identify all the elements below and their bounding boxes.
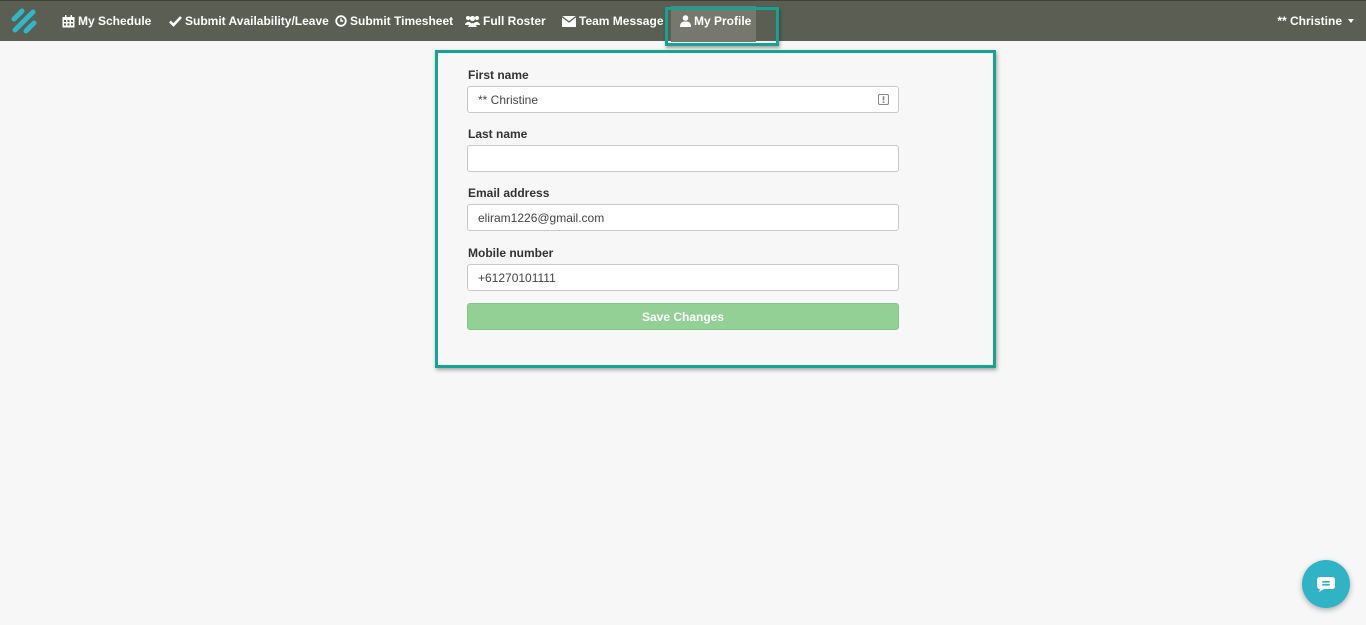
- nav-team-message-label: Team Message: [579, 14, 664, 28]
- first-name-value: ** Christine: [478, 92, 539, 107]
- mobile-value: +61270101111: [478, 270, 556, 285]
- mobile-label: Mobile number: [468, 246, 554, 260]
- users-icon: [465, 15, 480, 27]
- nav-my-schedule-label: My Schedule: [78, 14, 152, 28]
- nav-my-schedule[interactable]: My Schedule: [62, 1, 151, 41]
- user-menu[interactable]: ** Christine: [1277, 1, 1354, 41]
- chat-launcher-button[interactable]: [1302, 560, 1350, 608]
- save-changes-button[interactable]: Save Changes: [467, 303, 899, 330]
- nav-submit-timesheet-label: Submit Timesheet: [350, 14, 454, 28]
- clock-icon: [335, 15, 347, 27]
- caret-down-icon: [1348, 19, 1354, 23]
- nav-submit-availability[interactable]: Submit Availability/Leave: [169, 1, 329, 41]
- check-icon: [169, 15, 182, 27]
- chat-bubble-icon: [1317, 576, 1335, 592]
- mobile-field[interactable]: +61270101111: [467, 264, 899, 291]
- calendar-icon: [62, 14, 75, 28]
- last-name-field[interactable]: [467, 145, 899, 172]
- nav-submit-availability-label: Submit Availability/Leave: [185, 14, 329, 28]
- nav-team-message[interactable]: Team Message: [562, 1, 664, 41]
- brand-logo[interactable]: [11, 8, 37, 34]
- password-manager-icon[interactable]: [878, 94, 889, 105]
- nav-submit-timesheet[interactable]: Submit Timesheet: [335, 1, 453, 41]
- email-value: eliram1226@gmail.com: [478, 210, 605, 225]
- top-navbar: My Schedule Submit Availability/Leave Su…: [0, 0, 1366, 42]
- first-name-field[interactable]: ** Christine: [467, 86, 899, 113]
- email-label: Email address: [468, 186, 550, 200]
- nav-full-roster-label: Full Roster: [483, 14, 546, 28]
- nav-my-profile[interactable]: My Profile: [680, 1, 751, 41]
- user-icon: [680, 15, 691, 27]
- user-menu-label: ** Christine: [1277, 14, 1342, 28]
- envelope-icon: [562, 15, 576, 27]
- email-field[interactable]: eliram1226@gmail.com: [467, 204, 899, 231]
- nav-full-roster[interactable]: Full Roster: [465, 1, 546, 41]
- last-name-label: Last name: [468, 127, 528, 141]
- first-name-label: First name: [468, 68, 529, 82]
- nav-my-profile-label: My Profile: [694, 14, 752, 28]
